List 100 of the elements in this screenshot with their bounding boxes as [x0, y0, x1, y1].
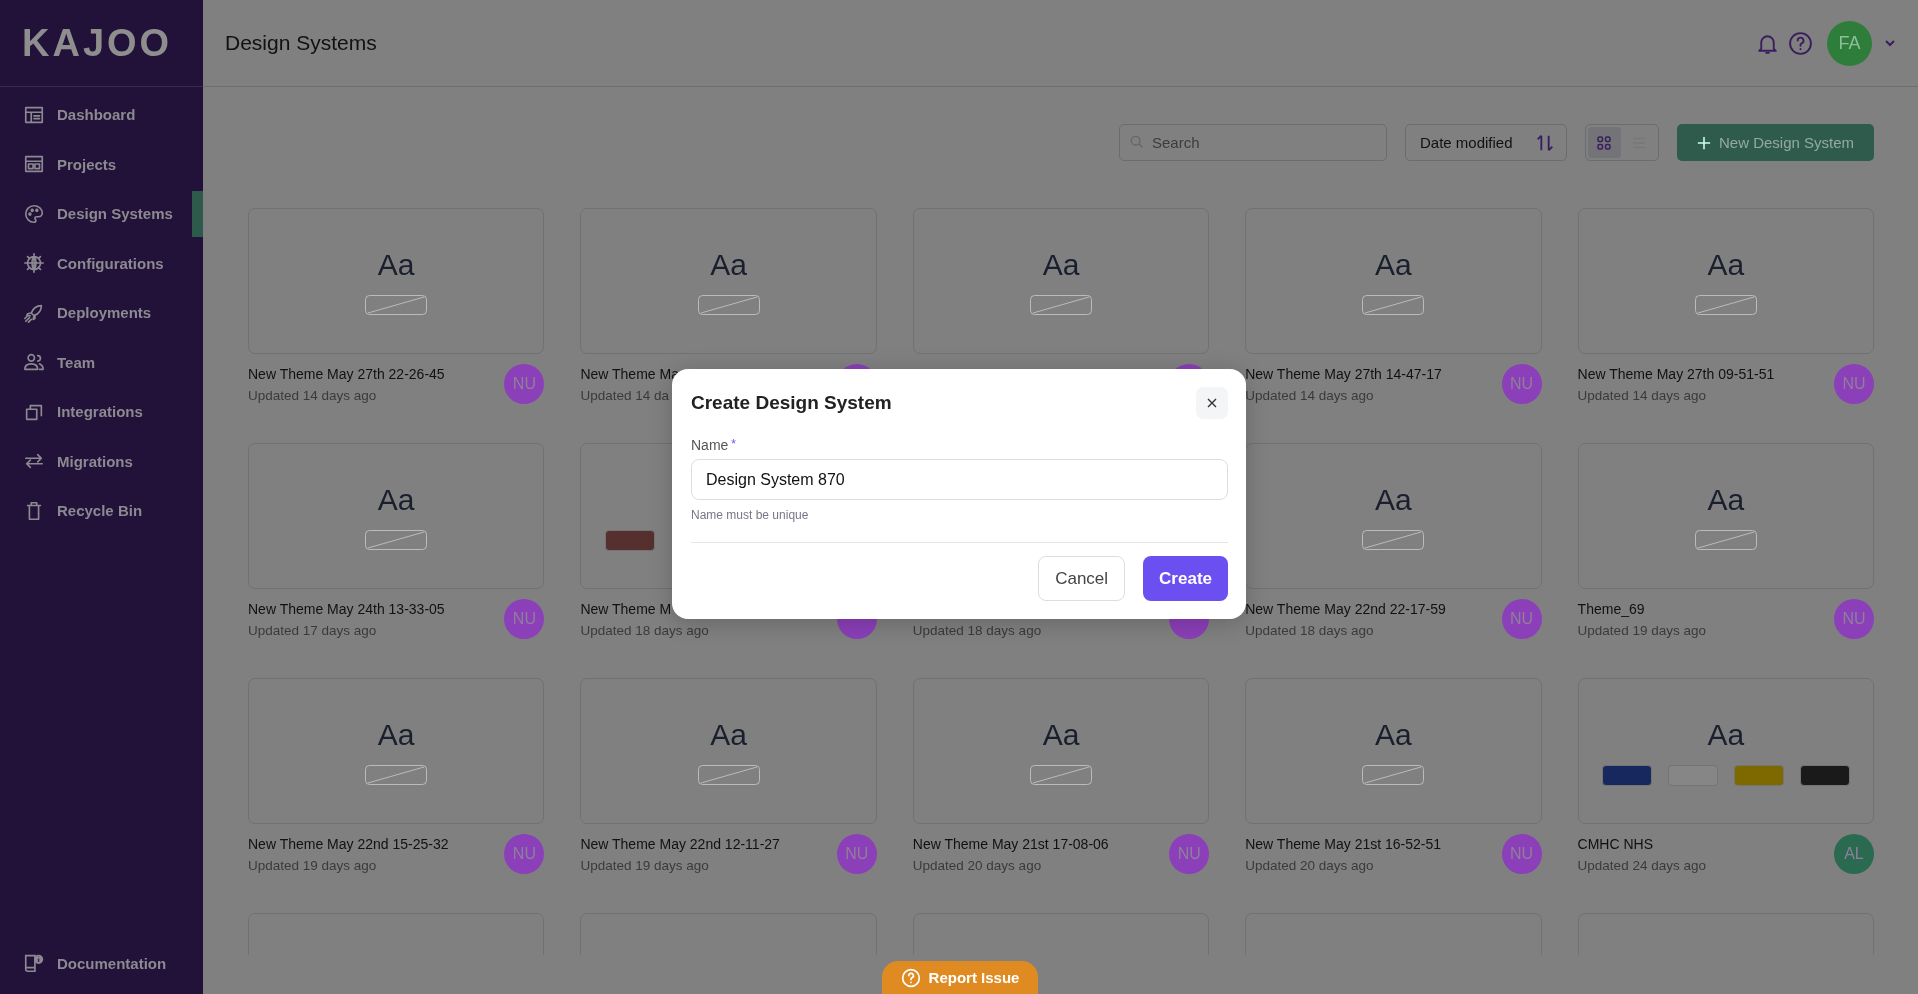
- theme-name: New Theme May 22nd 22-17-59: [1245, 599, 1446, 618]
- theme-name: New Theme May 21st 17-08-06: [912, 834, 1109, 853]
- user-avatar: NU: [1834, 364, 1874, 404]
- sort-dropdown[interactable]: Date modified: [1404, 124, 1567, 161]
- theme-preview[interactable]: Aa: [912, 678, 1210, 824]
- close-button[interactable]: [1196, 387, 1228, 419]
- theme-name: New Theme May 27th 09-51-51: [1577, 364, 1775, 383]
- empty-swatch-icon: [697, 295, 760, 315]
- empty-swatch-icon: [1030, 295, 1092, 315]
- page-title: Design Systems: [225, 31, 377, 55]
- font-sample: Aa: [1707, 717, 1745, 753]
- sidebar-item[interactable]: Documentation: [0, 938, 203, 988]
- new-design-system-button[interactable]: New Design System: [1676, 124, 1874, 161]
- theme-preview[interactable]: Aa: [1577, 443, 1874, 589]
- search-field[interactable]: Search: [1118, 124, 1387, 161]
- empty-swatch-icon: [365, 765, 428, 785]
- theme-name: New Theme May 22nd 15-25-32: [248, 834, 449, 853]
- updated-text: Updated 20 days ago: [912, 856, 1043, 874]
- theme-preview[interactable]: Aa: [1577, 208, 1874, 354]
- theme-name: New Theme May 27th 14-47-17: [1245, 364, 1442, 383]
- user-avatar: NU: [1501, 599, 1542, 639]
- updated-text: Updated 19 days ago: [1577, 621, 1706, 639]
- font-sample: Aa: [710, 717, 747, 753]
- empty-swatch-icon: [1030, 765, 1092, 785]
- theme-preview[interactable]: Aa: [248, 678, 545, 824]
- font-sample: Aa: [1375, 717, 1412, 753]
- user-avatar: NU: [1501, 364, 1542, 404]
- updated-text: Updated 14 days ago: [248, 386, 378, 404]
- updated-text: Updated 14 days ago: [1577, 386, 1707, 404]
- theme-name: New Theme May 21st 16-52-51: [1245, 834, 1442, 853]
- font-sample: Aa: [1375, 247, 1412, 283]
- user-avatar: NU: [504, 364, 545, 404]
- sidebar-item[interactable]: Projects: [0, 139, 203, 189]
- name-field[interactable]: Design System 870: [691, 459, 1228, 500]
- theme-preview[interactable]: Aa: [580, 208, 877, 354]
- font-sample: Aa: [377, 717, 415, 753]
- user-avatar: NU: [836, 834, 877, 874]
- font-sample: Aa: [1375, 482, 1412, 518]
- theme-preview[interactable]: Aa: [1245, 678, 1542, 824]
- updated-text: Updated 20 days ago: [1245, 856, 1375, 874]
- theme-preview[interactable]: Aa: [248, 208, 545, 354]
- help-icon[interactable]: [1788, 30, 1813, 56]
- font-sample: Aa: [1042, 247, 1080, 283]
- cancel-button[interactable]: Cancel: [1038, 556, 1126, 601]
- create-button[interactable]: Create: [1143, 556, 1228, 601]
- grid-view-button[interactable]: [1587, 127, 1621, 158]
- user-avatar: NU: [1501, 834, 1542, 874]
- font-sample: Aa: [1707, 482, 1745, 518]
- grid-icon: [1595, 133, 1614, 152]
- empty-swatch-icon: [365, 295, 428, 315]
- user-avatar: NU: [504, 834, 545, 874]
- font-sample: Aa: [377, 247, 415, 283]
- theme-name: New Theme May 27th 22-26-45: [248, 364, 445, 383]
- sidebar-item[interactable]: Deployments: [0, 288, 203, 338]
- sidebar-item[interactable]: Dashboard: [0, 90, 203, 140]
- hint-text: Name must be unique: [691, 508, 810, 522]
- updated-text: Updated 14 days ago: [1245, 386, 1375, 404]
- empty-swatch-icon: [365, 530, 428, 550]
- font-sample: Aa: [710, 247, 747, 283]
- empty-swatch-icon: [1694, 295, 1757, 315]
- updated-text: Updated 18 days ago: [580, 621, 709, 639]
- user-avatar: NU: [1834, 599, 1874, 639]
- palette-icon: [23, 202, 45, 225]
- empty-swatch-icon: [1694, 530, 1757, 550]
- font-sample: Aa: [1707, 247, 1745, 283]
- sidebar-item[interactable]: Integrations: [0, 387, 203, 437]
- user-avatar[interactable]: FA: [1827, 20, 1872, 66]
- user-avatar: NU: [1169, 834, 1210, 874]
- theme-name: New Theme May 24th 13-33-05: [248, 599, 445, 618]
- sidebar-item[interactable]: Team: [0, 337, 203, 387]
- empty-swatch-icon: [697, 765, 760, 785]
- theme-name: Theme_69: [1577, 599, 1646, 618]
- empty-swatch-icon: [1362, 530, 1425, 550]
- help-icon: [900, 967, 921, 988]
- updated-text: Updated 19 days ago: [580, 856, 710, 874]
- theme-preview[interactable]: Aa: [580, 678, 877, 824]
- sidebar-item[interactable]: Migrations: [0, 436, 203, 486]
- font-sample: Aa: [1042, 717, 1080, 753]
- theme-preview[interactable]: Aa: [248, 443, 545, 589]
- report-issue-button[interactable]: Report Issue: [882, 961, 1038, 994]
- sidebar-item[interactable]: Recycle Bin: [0, 486, 203, 536]
- plus-icon: [1696, 135, 1711, 150]
- theme-preview[interactable]: Aa: [912, 208, 1210, 354]
- theme-preview[interactable]: Aa: [1577, 678, 1874, 824]
- empty-swatch-icon: [1362, 295, 1425, 315]
- globe-gear-icon: [23, 252, 45, 275]
- empty-swatch-icon: [1362, 765, 1425, 785]
- updated-text: Updated 19 days ago: [248, 856, 378, 874]
- theme-preview[interactable]: Aa: [1245, 208, 1542, 354]
- user-avatar: NU: [504, 599, 545, 639]
- logo: KAJOO: [22, 21, 173, 65]
- updated-text: Updated 18 days ago: [1245, 621, 1375, 639]
- updated-text: Updated 17 days ago: [248, 621, 378, 639]
- dialog-title: Create Design System: [691, 392, 892, 414]
- field-label: Name: [691, 437, 729, 453]
- user-avatar: AL: [1834, 834, 1874, 874]
- updated-text: Updated 18 days ago: [912, 621, 1042, 639]
- chevron-down-icon[interactable]: [1884, 37, 1896, 49]
- updated-text: Updated 24 days ago: [1577, 856, 1706, 874]
- sidebar-item[interactable]: Configurations: [0, 238, 203, 288]
